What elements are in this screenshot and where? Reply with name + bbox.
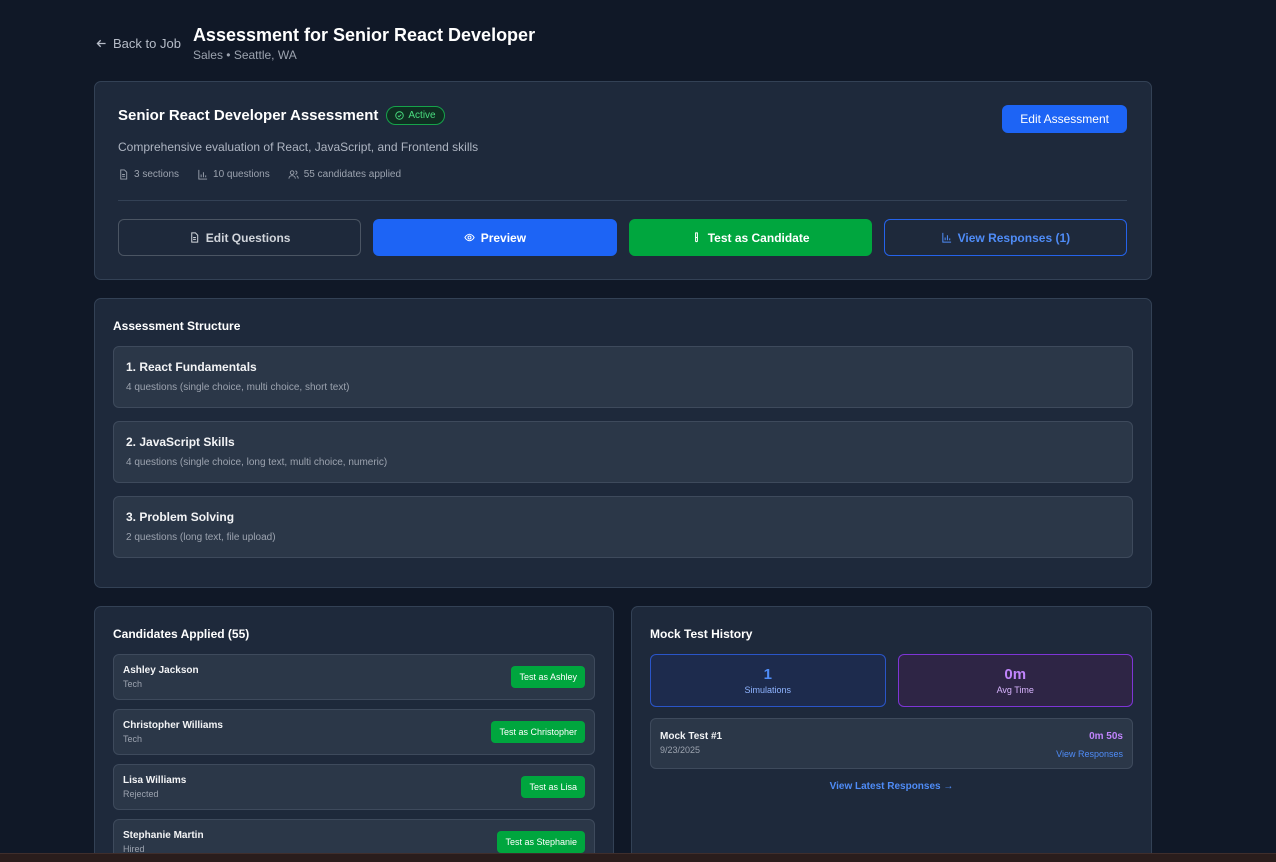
section-name: 2. JavaScript Skills <box>126 435 235 449</box>
mock-test-name: Mock Test #1 <box>660 731 723 742</box>
assessment-name: Senior React Developer Assessment <box>118 107 379 124</box>
assessment-description: Comprehensive evaluation of React, JavaS… <box>118 140 479 154</box>
check-circle-icon <box>395 111 405 120</box>
assessment-actions: Edit Questions Preview Test as Candidate… <box>118 219 1127 256</box>
page-subtitle: Sales • Seattle, WA <box>192 48 297 62</box>
back-label: Back to Job <box>113 36 181 51</box>
edit-questions-label: Edit Questions <box>205 230 291 245</box>
section-detail: 4 questions (single choice, multi choice… <box>126 382 350 393</box>
test-as-candidate-button[interactable]: Test as Lisa <box>521 776 585 798</box>
simulations-value: 1 <box>763 666 772 683</box>
taskbar-strip <box>0 853 1276 862</box>
view-responses-button[interactable]: View Responses (1) <box>883 219 1127 256</box>
meta-candidates-label: 55 candidates applied <box>303 169 402 180</box>
eye-icon <box>464 233 475 242</box>
file-icon <box>191 232 198 243</box>
candidates-title: Candidates Applied (55) <box>113 627 250 641</box>
candidate-row: Christopher Williams Tech Test as Christ… <box>113 709 595 755</box>
candidate-info: Ashley Jackson Tech <box>123 665 199 689</box>
bar-chart-icon <box>941 232 951 243</box>
meta-sections: 3 sections <box>118 169 179 180</box>
candidate-status: Tech <box>123 734 143 744</box>
view-responses-label: View Responses (1) <box>957 230 1071 245</box>
meta-sections-label: 3 sections <box>134 169 180 180</box>
meta-questions: 10 questions <box>197 169 270 180</box>
mock-history-title: Mock Test History <box>650 627 753 641</box>
avg-time-stat: 0m Avg Time <box>897 654 1133 707</box>
title-block: Assessment for Senior React Developer Sa… <box>193 24 535 62</box>
candidate-status: Rejected <box>123 789 159 799</box>
page-header: Back to Job Assessment for Senior React … <box>95 24 535 62</box>
edit-questions-button[interactable]: Edit Questions <box>118 219 362 256</box>
status-badge: Active <box>386 106 445 125</box>
mock-test-history-card: Mock Test History 1 Simulations 0m Avg T… <box>631 606 1152 862</box>
simulations-stat: 1 Simulations <box>650 654 886 707</box>
candidate-name: Ashley Jackson <box>123 665 199 676</box>
candidate-name: Stephanie Martin <box>123 830 204 841</box>
section-name: 3. Problem Solving <box>126 510 235 524</box>
meta-questions-label: 10 questions <box>213 169 270 180</box>
test-as-candidate-label: Test as Candidate <box>707 230 810 245</box>
section-detail: 2 questions (long text, file upload) <box>126 532 276 543</box>
candidate-row: Lisa Williams Rejected Test as Lisa <box>113 764 595 810</box>
divider <box>118 200 1127 201</box>
assessment-card: Senior React Developer Assessment Active… <box>94 81 1152 280</box>
edit-assessment-button[interactable]: Edit Assessment <box>1002 105 1127 133</box>
mock-stats: 1 Simulations 0m Avg Time <box>650 654 1133 707</box>
section-name: 1. React Fundamentals <box>126 360 257 374</box>
flask-icon <box>694 232 698 243</box>
candidate-info: Christopher Williams Tech <box>123 720 223 744</box>
test-as-candidate-button[interactable]: Test as Christopher <box>491 721 585 743</box>
page-title: Assessment for Senior React Developer <box>192 25 536 45</box>
arrow-left-icon <box>96 39 106 48</box>
avg-time-label: Avg Time <box>996 685 1034 695</box>
section-list: 1. React Fundamentals 4 questions (singl… <box>113 346 1133 571</box>
assessment-name-row: Senior React Developer Assessment Active <box>118 106 445 125</box>
status-badge-label: Active <box>408 110 436 121</box>
section-detail: 4 questions (single choice, long text, m… <box>126 457 388 468</box>
mock-test-row: Mock Test #1 9/23/2025 0m 50s View Respo… <box>650 718 1133 769</box>
test-as-candidate-button[interactable]: Test as Candidate <box>628 219 872 256</box>
preview-label: Preview <box>480 230 527 245</box>
candidate-name: Lisa Williams <box>123 775 187 786</box>
back-to-job-link[interactable]: Back to Job <box>95 36 181 51</box>
simulations-label: Simulations <box>744 685 792 695</box>
assessment-meta: 3 sections 10 questions 55 candidates ap… <box>118 169 401 180</box>
meta-candidates: 55 candidates applied <box>288 169 401 180</box>
candidate-info: Stephanie Martin Hired <box>123 830 204 854</box>
candidate-list: Ashley Jackson Tech Test as Ashley Chris… <box>113 654 595 862</box>
file-icon <box>120 169 128 180</box>
assessment-structure-card: Assessment Structure 1. React Fundamenta… <box>94 298 1152 588</box>
mock-test-date: 9/23/2025 <box>660 745 701 755</box>
test-as-candidate-button[interactable]: Test as Ashley <box>511 666 585 688</box>
candidate-name: Christopher Williams <box>123 720 223 731</box>
preview-button[interactable]: Preview <box>373 219 617 256</box>
section-item: 1. React Fundamentals 4 questions (singl… <box>113 346 1133 408</box>
candidate-row: Ashley Jackson Tech Test as Ashley <box>113 654 595 700</box>
section-item: 3. Problem Solving 2 questions (long tex… <box>113 496 1133 558</box>
candidate-status: Tech <box>123 679 143 689</box>
view-latest-responses-link[interactable]: View Latest Responses → <box>632 781 1151 792</box>
avg-time-value: 0m <box>1004 666 1027 683</box>
test-as-candidate-button[interactable]: Test as Stephanie <box>497 831 585 853</box>
bar-chart-icon <box>198 169 208 180</box>
users-icon <box>288 170 299 179</box>
structure-title: Assessment Structure <box>113 319 241 333</box>
candidates-card: Candidates Applied (55) Ashley Jackson T… <box>94 606 614 862</box>
mock-view-responses-link[interactable]: View Responses <box>1056 749 1123 759</box>
section-item: 2. JavaScript Skills 4 questions (single… <box>113 421 1133 483</box>
candidate-info: Lisa Williams Rejected <box>123 775 186 799</box>
mock-test-time: 0m 50s <box>1089 731 1123 742</box>
